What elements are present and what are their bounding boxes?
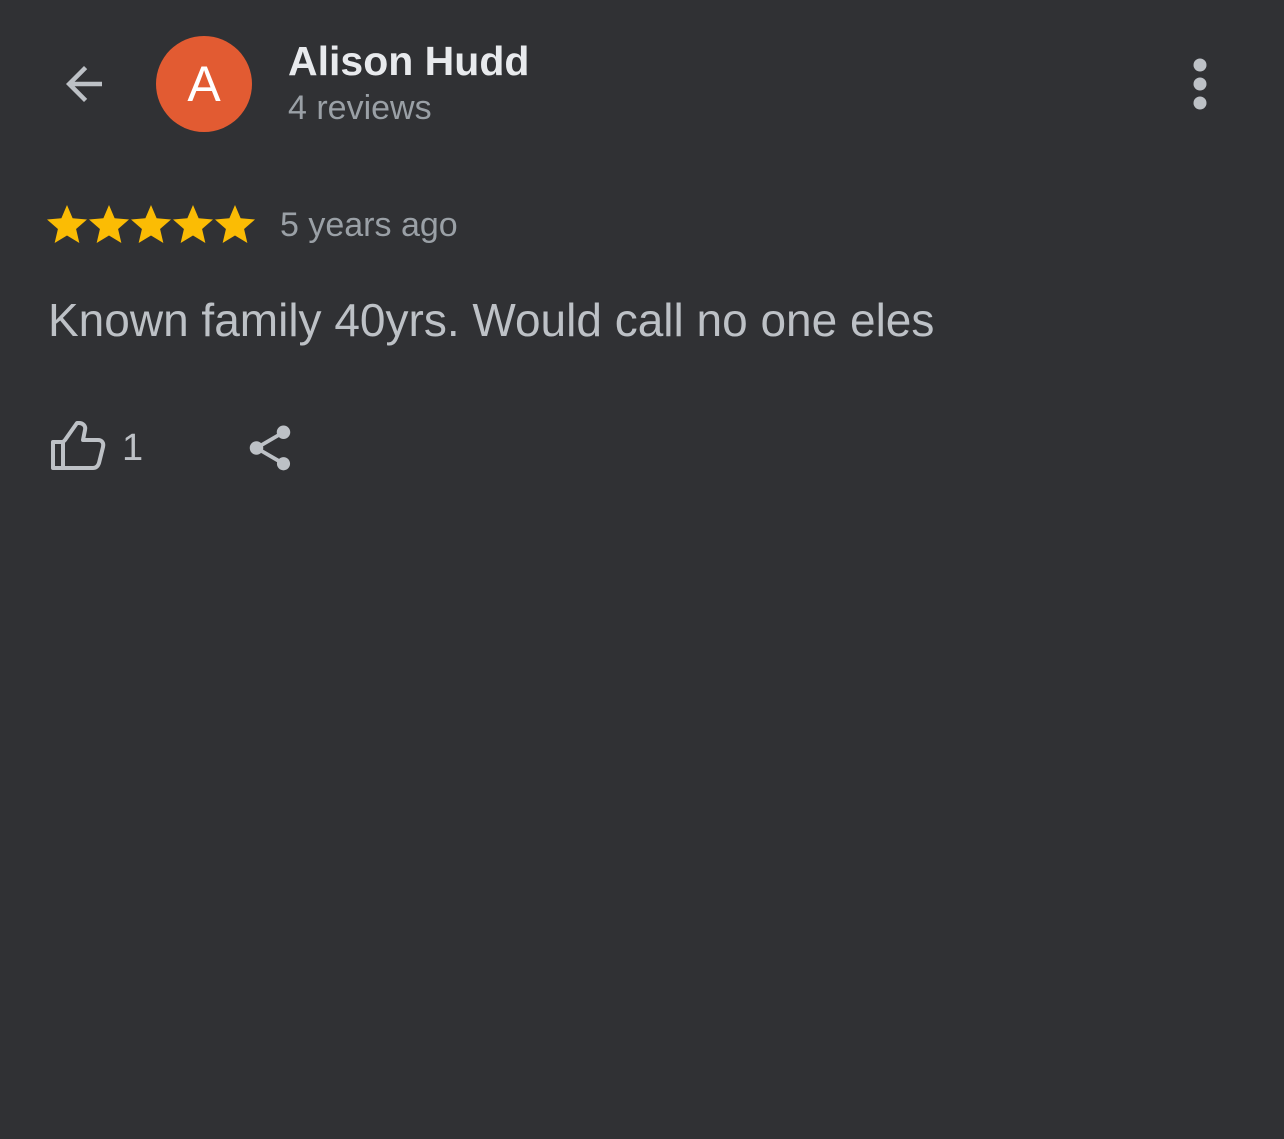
like-count: 1 xyxy=(122,427,144,469)
avatar-initial: A xyxy=(187,56,221,112)
star-icon xyxy=(89,205,129,243)
rating-row: 5 years ago xyxy=(46,202,458,248)
star-icon xyxy=(131,205,171,243)
more-vert-icon xyxy=(1193,58,1207,110)
thumb-up-icon xyxy=(51,421,106,470)
star-icon xyxy=(173,205,213,243)
share-button[interactable] xyxy=(238,416,302,480)
star-icon xyxy=(215,205,255,243)
reviewer-name[interactable]: Alison Hudd xyxy=(288,38,529,84)
share-icon xyxy=(249,425,291,471)
like-button[interactable]: 1 xyxy=(46,416,143,480)
review-text: Known family 40yrs. Would call no one el… xyxy=(48,294,935,346)
more-options-button[interactable] xyxy=(1170,52,1230,116)
star-icon xyxy=(47,205,87,243)
review-count: 4 reviews xyxy=(288,89,432,127)
star-rating xyxy=(46,204,256,246)
avatar[interactable]: A xyxy=(156,36,252,132)
back-button[interactable] xyxy=(52,52,116,116)
arrow-back-icon xyxy=(66,66,102,102)
review-time: 5 years ago xyxy=(280,206,458,244)
